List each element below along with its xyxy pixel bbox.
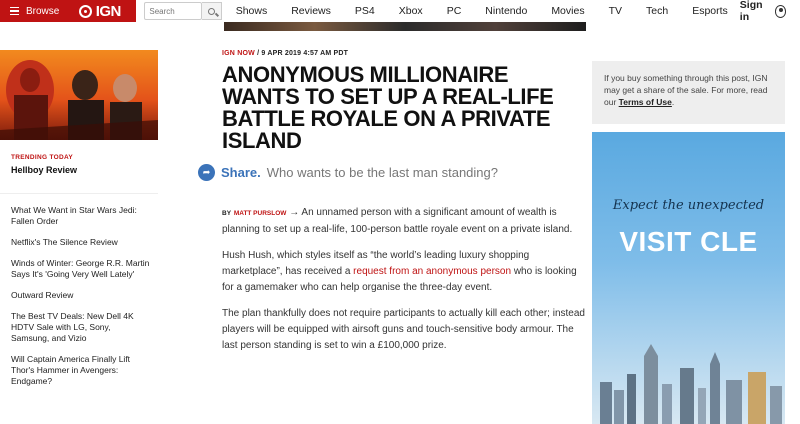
nav-item-shows[interactable]: Shows — [224, 0, 280, 22]
author-link[interactable]: MATT PURSLOW — [234, 210, 287, 217]
top-navigation-bar: Browse IGN Shows Reviews PS4 Xbox PC Nin… — [0, 0, 800, 23]
arrow-icon: → — [289, 207, 300, 218]
advertisement[interactable]: Expect the unexpected VISIT CLE — [592, 132, 785, 424]
terms-of-use-link[interactable]: Terms of Use — [619, 97, 672, 107]
ad-tagline: Expect the unexpected — [612, 198, 765, 213]
promo-banner-strip[interactable] — [224, 22, 586, 31]
trending-thumbnail[interactable] — [0, 50, 158, 140]
ign-logo-mark-icon — [78, 4, 92, 18]
browse-menu-button[interactable]: Browse — [0, 0, 64, 22]
article-date: 9 APR 2019 4:57 AM PDT — [261, 50, 349, 57]
main-nav: Shows Reviews PS4 Xbox PC Nintendo Movie… — [224, 0, 740, 22]
disclosure-end: . — [671, 97, 675, 107]
affiliate-disclosure: If you buy something through this post, … — [592, 61, 785, 124]
search-input[interactable] — [144, 2, 203, 20]
nav-item-reviews[interactable]: Reviews — [279, 0, 343, 22]
ign-logo[interactable]: IGN — [63, 0, 137, 22]
trending-title[interactable]: Hellboy Review — [11, 165, 77, 175]
sidebar-item[interactable]: The Best TV Deals: New Dell 4K HDTV Sale… — [11, 311, 151, 354]
search-button[interactable] — [202, 2, 222, 20]
article-headline: ANONYMOUS MILLIONAIRE WANTS TO SET UP A … — [222, 62, 554, 153]
article-subhead: Who wants to be the last man standing? — [266, 165, 498, 180]
sidebar-item[interactable]: Winds of Winter: George R.R. Martin Says… — [11, 258, 151, 290]
article-paragraph-2: Hush Hush, which styles itself as “the w… — [222, 248, 586, 296]
nav-item-movies[interactable]: Movies — [539, 0, 596, 22]
share-button[interactable]: Share. — [221, 165, 261, 180]
city-skyline-image — [600, 344, 782, 424]
logo-text: IGN — [95, 2, 122, 20]
nav-item-tech[interactable]: Tech — [634, 0, 680, 22]
trending-label: TRENDING TODAY — [11, 154, 73, 161]
nav-item-ps4[interactable]: PS4 — [343, 0, 387, 22]
article-source[interactable]: IGN NOW — [222, 50, 255, 57]
article-meta: IGN NOW / 9 APR 2019 4:57 AM PDT — [222, 50, 586, 57]
nav-item-tv[interactable]: TV — [597, 0, 634, 22]
sign-in-label: Sign in — [739, 0, 763, 23]
by-label: BY — [222, 210, 232, 217]
nav-item-pc[interactable]: PC — [435, 0, 474, 22]
search-icon — [208, 7, 216, 15]
article-paragraph-3: The plan thankfully does not require par… — [222, 308, 585, 351]
article-lead-paragraph: BY MATT PURSLOW → An unnamed person with… — [222, 205, 586, 238]
sidebar-item[interactable]: Netflix's The Silence Review — [11, 237, 151, 258]
share-bar: ➦ Share. Who wants to be the last man st… — [198, 164, 586, 181]
nav-item-nintendo[interactable]: Nintendo — [473, 0, 539, 22]
article: IGN NOW / 9 APR 2019 4:57 AM PDT ANONYMO… — [198, 50, 586, 354]
browse-label: Browse — [26, 5, 60, 17]
sidebar-item[interactable]: Outward Review — [11, 290, 151, 311]
sign-in-button[interactable]: Sign in — [740, 0, 800, 23]
hellboy-poster-image — [0, 50, 158, 140]
hamburger-icon — [10, 6, 19, 16]
sidebar-item[interactable]: Will Captain America Finally Lift Thor's… — [11, 354, 151, 397]
account-icon — [774, 4, 786, 18]
sidebar-article-list: What We Want in Star Wars Jedi: Fallen O… — [11, 205, 151, 397]
sidebar-item[interactable]: What We Want in Star Wars Jedi: Fallen O… — [11, 205, 151, 237]
nav-item-esports[interactable]: Esports — [680, 0, 740, 22]
share-icon[interactable]: ➦ — [198, 164, 215, 181]
nav-item-xbox[interactable]: Xbox — [387, 0, 435, 22]
ad-title: VISIT CLE — [619, 226, 758, 257]
source-link[interactable]: request from an anonymous person — [353, 266, 511, 277]
sidebar-divider — [0, 193, 158, 194]
